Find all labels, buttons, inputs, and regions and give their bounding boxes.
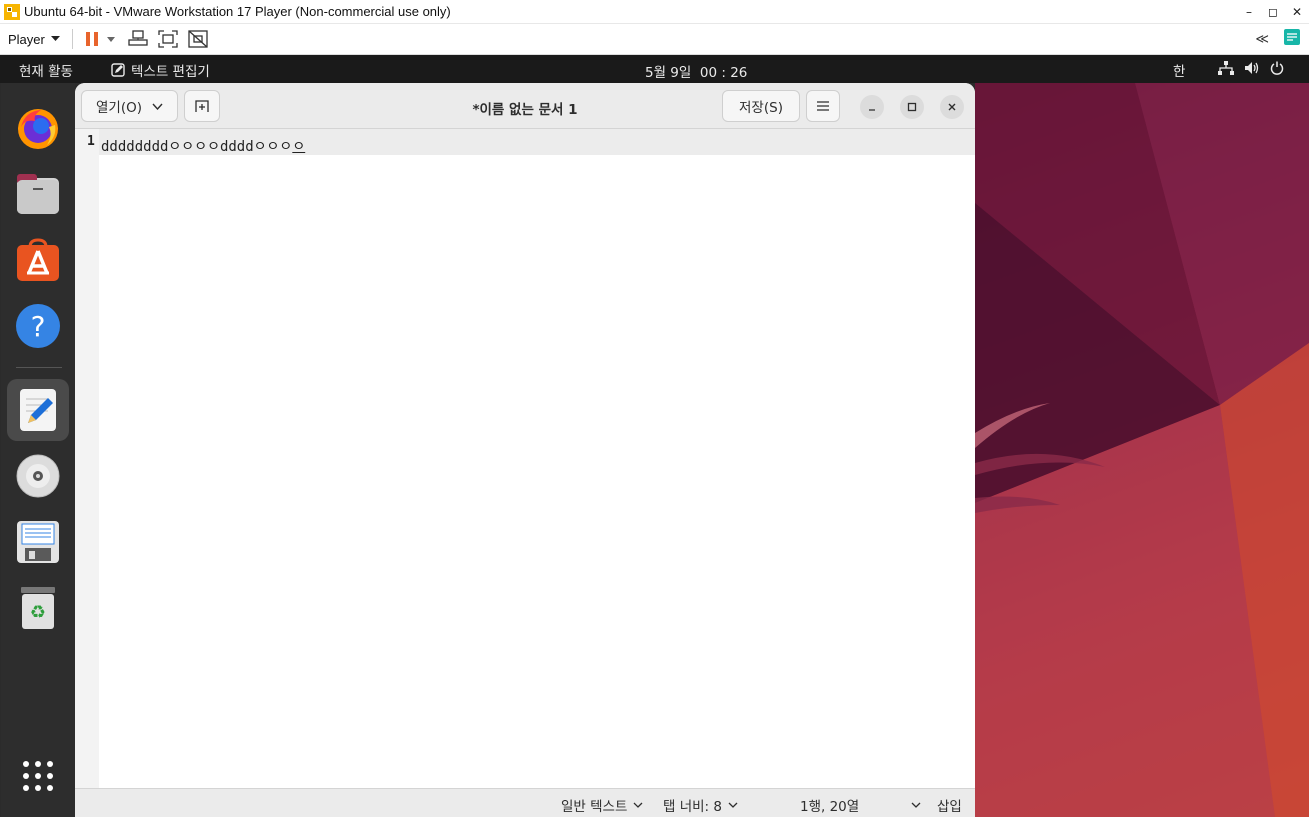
tab-width-selector[interactable]: 탭 너비: 8 [663, 795, 738, 815]
save-button[interactable]: 저장(S) [722, 90, 800, 122]
chevron-down-icon [728, 802, 738, 808]
dropdown-icon[interactable] [105, 28, 117, 50]
hamburger-icon [817, 101, 829, 111]
floppy-icon[interactable] [7, 511, 69, 573]
vmware-titlebar: Ubuntu 64-bit - VMware Workstation 17 Pl… [0, 0, 1309, 24]
input-method-indicator[interactable]: 한 [1173, 60, 1185, 80]
insert-mode-indicator[interactable]: 삽입 [937, 795, 962, 815]
player-menu-caret-icon [50, 36, 60, 41]
disc-icon[interactable] [7, 445, 69, 507]
insert-mode-label: 삽입 [937, 799, 962, 815]
firefox-icon[interactable] [7, 97, 69, 159]
unity-icon[interactable] [187, 28, 209, 50]
text-editor-window: 열기(O) *이름 없는 문서 1 저장(S) 1 ddddddddㅇㅇㅇㅇdd… [75, 83, 975, 817]
status-bar: 일반 텍스트 탭 너비: 8 1행, 20열 삽입 [75, 788, 975, 817]
chevron-down-icon [152, 103, 163, 110]
app-center-icon[interactable] [7, 229, 69, 291]
help-icon[interactable]: ? [7, 295, 69, 357]
new-tab-icon [195, 100, 209, 112]
player-menu-button[interactable]: Player [8, 32, 60, 47]
trash-icon[interactable]: ♻ [7, 577, 69, 639]
open-button[interactable]: 열기(O) [81, 90, 178, 122]
host-maximize-button[interactable]: ◻ [1261, 0, 1285, 24]
new-tab-button[interactable] [184, 90, 220, 122]
line-number-gutter [75, 129, 99, 788]
cursor-position-selector[interactable]: 1행, 20열 [800, 795, 921, 815]
close-icon [948, 103, 956, 111]
host-minimize-button[interactable]: – [1237, 0, 1261, 24]
window-title: Ubuntu 64-bit - VMware Workstation 17 Pl… [24, 4, 451, 19]
vmware-toolbar: Player ≪ [0, 24, 1309, 55]
app-menu-label: 텍스트 편집기 [131, 64, 210, 80]
ubuntu-dock: ? ♻ [1, 83, 75, 817]
chevron-down-icon [911, 802, 921, 808]
fullscreen-icon[interactable] [157, 28, 179, 50]
svg-text:?: ? [31, 310, 46, 343]
text-editor-small-icon [111, 63, 125, 77]
host-close-button[interactable]: ✕ [1285, 0, 1309, 24]
show-apps-icon[interactable] [7, 745, 69, 807]
system-menu[interactable] [1218, 61, 1284, 75]
ubuntu-top-bar: 현재 활동 텍스트 편집기 5월 9일 00 : 26 한 [0, 55, 1309, 83]
chevron-down-icon [633, 802, 643, 808]
line-number: 1 [87, 134, 95, 149]
text-line[interactable]: ddddddddㅇㅇㅇㅇddddㅇㅇㅇㅇ [101, 136, 305, 156]
maximize-icon [907, 102, 917, 112]
clock[interactable]: 5월 9일 00 : 26 [645, 61, 747, 81]
tab-width-label: 탭 너비: 8 [663, 799, 722, 815]
text-view[interactable]: 1 ddddddddㅇㅇㅇㅇddddㅇㅇㅇㅇ [75, 129, 975, 788]
minimize-button[interactable] [860, 95, 884, 119]
headerbar: 열기(O) *이름 없는 문서 1 저장(S) [75, 83, 975, 129]
main-menu-button[interactable] [806, 90, 840, 122]
language-label: 일반 텍스트 [561, 799, 628, 815]
wallpaper-art [975, 83, 1309, 817]
activities-button[interactable]: 현재 활동 [19, 60, 73, 80]
vmware-logo-icon [4, 3, 20, 20]
pause-icon[interactable] [81, 28, 103, 50]
line-content: ddddddddㅇㅇㅇㅇddddㅇㅇㅇ [101, 139, 293, 155]
notes-icon[interactable] [1283, 28, 1301, 50]
cursor-position-label: 1행, 20열 [800, 799, 860, 815]
close-button[interactable] [940, 95, 964, 119]
dock-separator [16, 367, 62, 368]
send-ctrl-alt-del-icon[interactable] [127, 28, 149, 50]
text-editor-icon[interactable] [7, 379, 69, 441]
preedit-text: ㅇ [292, 139, 306, 155]
app-menu-button[interactable]: 텍스트 편집기 [111, 60, 210, 80]
volume-icon [1245, 62, 1259, 74]
network-icon [1218, 61, 1234, 75]
maximize-button[interactable] [900, 95, 924, 119]
language-selector[interactable]: 일반 텍스트 [561, 795, 643, 815]
svg-text:♻: ♻ [30, 602, 46, 623]
player-menu-label: Player [8, 31, 45, 47]
open-button-label: 열기(O) [96, 100, 142, 116]
files-icon[interactable] [7, 163, 69, 225]
toolbar-separator [71, 29, 73, 49]
desktop-wallpaper [975, 83, 1309, 817]
power-icon [1270, 61, 1284, 75]
collapse-icon[interactable]: ≪ [1255, 32, 1269, 47]
minimize-icon [869, 109, 875, 111]
